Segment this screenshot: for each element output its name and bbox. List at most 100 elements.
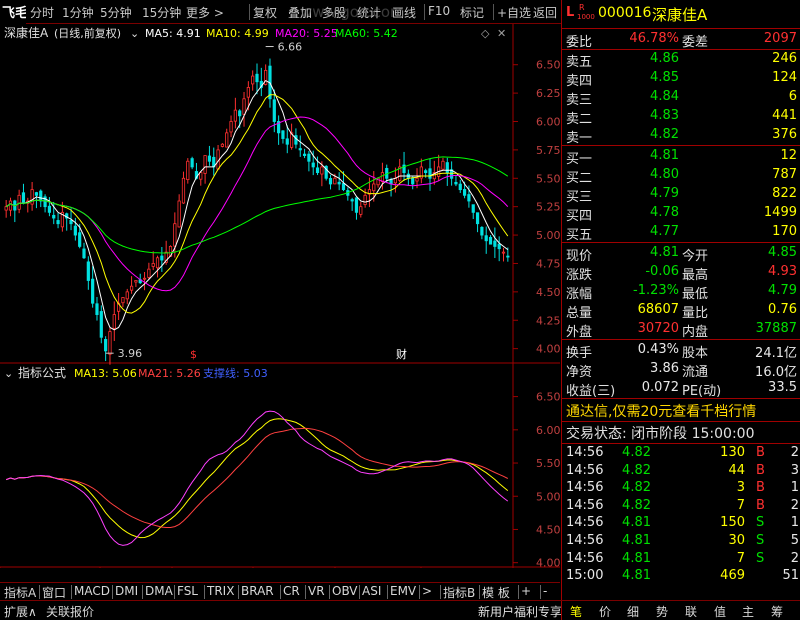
stock-title: 深康佳A: [4, 25, 49, 40]
ask-volume: 124: [772, 70, 797, 85]
weibi-label: 委比: [566, 35, 593, 50]
panel-tab-6[interactable]: 主: [742, 603, 754, 620]
fund-label: PE(动): [682, 384, 722, 399]
toolbar-item-5[interactable]: 复权: [253, 4, 277, 21]
bid-volume: 12: [780, 148, 797, 163]
close-icon[interactable]: ✕: [497, 27, 506, 40]
logo-text: 飞毛: [2, 5, 26, 21]
toolbar-item-1[interactable]: 1分钟: [62, 4, 94, 21]
fund-row: 换手 0.43% 股本 24.1亿: [562, 341, 800, 361]
fund-value: 16.0亿: [755, 365, 797, 380]
price-axis-label: 4.00: [536, 343, 560, 356]
promo-link[interactable]: 新用户福利专享: [478, 603, 562, 620]
kline-chart[interactable]: 6.50 6.25 6.00 5.75 5.50 5.25 5.00 4.75 4.50 4.25…: [0, 24, 560, 568]
panel-tab-4[interactable]: 联: [685, 603, 697, 620]
divider: [562, 242, 800, 243]
indicator-tab-3[interactable]: DMI: [115, 584, 138, 598]
report-marker[interactable]: 财: [396, 347, 407, 361]
indicator-tab-0[interactable]: 指标A: [4, 584, 36, 601]
tab-separator: [174, 585, 175, 599]
quote-label: 量比: [682, 306, 709, 321]
promo-text[interactable]: 通达信,仅需20元查看千档行情: [566, 401, 756, 421]
dividend-marker[interactable]: $: [190, 348, 197, 361]
bid-row: 买四 4.78 1499: [562, 204, 800, 224]
indicator-tab-11[interactable]: ASI: [362, 584, 381, 598]
indicator-tab-8[interactable]: CR: [283, 584, 300, 598]
indicator-tab-9[interactable]: VR: [308, 584, 325, 598]
tab-separator: [419, 585, 420, 599]
toolbar-item-10[interactable]: F10: [428, 4, 450, 18]
toolbar-item-12[interactable]: +自选: [497, 4, 531, 21]
tick-count: 2: [790, 550, 799, 566]
toolbar-item-0[interactable]: 分时: [30, 4, 54, 21]
indicator-tab-12[interactable]: EMV: [390, 584, 416, 598]
price-axis-label: 5.50: [536, 172, 560, 185]
quote-label: 今开: [682, 249, 709, 264]
price-axis-label: 5.00: [536, 229, 560, 242]
toolbar-item-4[interactable]: 更多 >: [186, 4, 224, 21]
bid-volume: 170: [772, 224, 797, 239]
tick-price: 4.82: [622, 497, 651, 513]
divider: [562, 28, 800, 29]
indicator-legend-item: MA21: 5.26: [138, 367, 201, 380]
indicator-tab-14[interactable]: 指标B: [443, 584, 475, 601]
indicator-axis-label: 5.50: [536, 457, 560, 470]
indicator-tab-15[interactable]: 模 板: [482, 584, 510, 601]
indicator-tab-13[interactable]: >: [422, 584, 432, 598]
indicator-toggle-icon[interactable]: ⌄: [4, 367, 13, 380]
panel-tab-7[interactable]: 筹: [771, 603, 783, 620]
tick-time: 14:56: [566, 515, 604, 531]
indicator-tab-5[interactable]: FSL: [177, 584, 198, 598]
legend-toggle-icon[interactable]: ⌄: [130, 27, 139, 40]
indicator-axis-label: 6.50: [536, 391, 560, 404]
panel-tab-3[interactable]: 势: [656, 603, 668, 620]
tick-row: 14:56 4.81 30 S 5: [562, 532, 800, 550]
tab-separator: [479, 585, 480, 599]
panel-tab-0[interactable]: 笔: [570, 603, 582, 620]
fund-row: 净资 3.86 流通 16.0亿: [562, 360, 800, 380]
toolbar-item-13[interactable]: 返回: [533, 4, 557, 21]
toolbar-item-3[interactable]: 15分钟: [142, 4, 181, 21]
fund-label: 股本: [682, 346, 709, 361]
tab-separator: [204, 585, 205, 599]
tick-time: 14:56: [566, 497, 604, 513]
toolbar-item-2[interactable]: 5分钟: [100, 4, 132, 21]
quote-value: 30720: [637, 321, 679, 336]
tab-separator: [305, 585, 306, 599]
indicator-tab-1[interactable]: 窗口: [42, 584, 66, 601]
indicator-axis-label: 6.00: [536, 424, 560, 437]
status-left-item-0[interactable]: 扩展∧: [4, 603, 37, 620]
indicator-tab-17[interactable]: -: [543, 584, 547, 598]
trade-state: 交易状态: 闭市阶段 15:00:00: [566, 426, 755, 442]
indicator-tab-4[interactable]: DMA: [145, 584, 173, 598]
ask-row: 卖四 4.85 124: [562, 69, 800, 89]
price-axis-label: 4.75: [536, 257, 560, 270]
bid-row: 买一 4.81 12: [562, 147, 800, 167]
promo-row[interactable]: 通达信,仅需20元查看千档行情: [562, 401, 800, 421]
tick-row: 14:56 4.82 7 B 2: [562, 497, 800, 515]
status-left-item-1[interactable]: 关联报价: [46, 603, 94, 620]
tick-row: 14:56 4.82 3 B 1: [562, 479, 800, 497]
indicator-tab-6[interactable]: TRIX: [207, 584, 234, 598]
tab-separator: [142, 585, 143, 599]
indicator-tab-16[interactable]: +: [521, 584, 531, 598]
panel-tab-1[interactable]: 价: [599, 603, 611, 620]
indicator-tab-10[interactable]: OBV: [332, 584, 358, 598]
indicator-tab-2[interactable]: MACD: [74, 584, 110, 598]
panel-tab-2[interactable]: 细: [627, 603, 639, 620]
indicator-tab-7[interactable]: BRAR: [241, 584, 274, 598]
diamond-icon[interactable]: ◇: [481, 27, 490, 40]
ask-label: 卖二: [566, 112, 593, 127]
indicator-legend-item: 支撑线: 5.03: [203, 366, 268, 380]
high-label: 6.66: [278, 41, 303, 54]
price-axis-label: 5.75: [536, 144, 560, 157]
fund-label: 净资: [566, 365, 593, 380]
tick-side: B: [756, 497, 765, 513]
tick-side: B: [756, 462, 765, 478]
indicator-legend-item: MA13: 5.06: [74, 367, 137, 380]
tick-price: 4.82: [622, 480, 651, 496]
toolbar-item-11[interactable]: 标记: [460, 4, 484, 21]
ask-label: 卖一: [566, 131, 593, 146]
panel-tab-5[interactable]: 值: [714, 603, 726, 620]
fund-value: 0.43%: [637, 342, 679, 357]
